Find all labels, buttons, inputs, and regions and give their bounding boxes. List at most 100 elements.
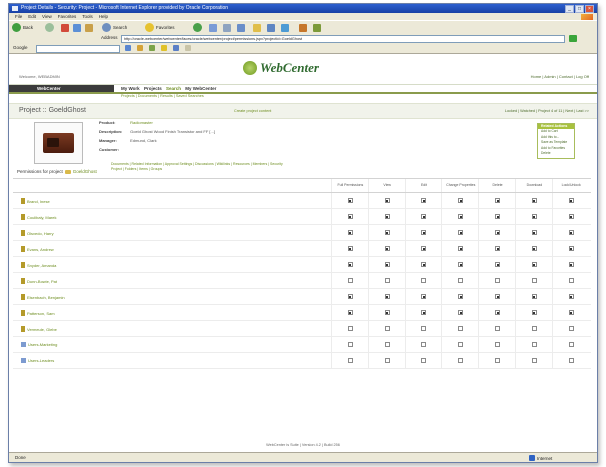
project-pager[interactable]: Locked | Watched | Project 4 of 11 | Nex… [505,109,589,113]
permission-checkbox[interactable] [347,326,353,331]
permission-checkbox[interactable] [384,310,390,315]
permission-checkbox[interactable] [531,262,537,267]
menu-file[interactable]: File [15,14,22,19]
permission-checkbox[interactable] [347,198,353,203]
permission-checkbox[interactable] [347,278,353,283]
global-links[interactable]: Home | Admin | Contact | Log Off [531,74,589,79]
permission-checkbox[interactable] [384,214,390,219]
pagerank-icon[interactable] [149,45,155,51]
permission-checkbox[interactable] [568,198,574,203]
permission-checkbox[interactable] [458,342,464,347]
permission-checkbox[interactable] [495,342,501,347]
edit-page-button[interactable] [237,23,245,32]
autofill-icon[interactable] [173,45,179,51]
mail-button[interactable] [209,23,217,32]
permission-checkbox[interactable] [531,294,537,299]
permission-checkbox[interactable] [495,262,501,267]
permission-checkbox[interactable] [347,262,353,267]
permission-checkbox[interactable] [421,294,427,299]
permission-checkbox[interactable] [531,214,537,219]
permission-checkbox[interactable] [568,246,574,251]
permission-checkbox[interactable] [531,326,537,331]
permission-checkbox[interactable] [458,278,464,283]
permission-checkbox[interactable] [495,230,501,235]
permission-checkbox[interactable] [347,214,353,219]
permission-checkbox[interactable] [384,358,390,363]
permission-checkbox[interactable] [531,310,537,315]
permission-checkbox[interactable] [568,214,574,219]
field-value[interactable]: Radiomaster [130,120,153,125]
favorites-button[interactable]: Favorites [145,23,175,32]
permission-checkbox[interactable] [495,246,501,251]
permission-checkbox[interactable] [421,262,427,267]
permission-checkbox[interactable] [531,230,537,235]
address-input[interactable]: http://oracle-webcenter/webcenter/faces/… [121,35,565,43]
options-icon[interactable] [185,45,191,51]
extra-button[interactable] [313,23,321,32]
permission-checkbox[interactable] [568,310,574,315]
permission-checkbox[interactable] [568,262,574,267]
permission-checkbox[interactable] [495,294,501,299]
print-button[interactable] [223,23,231,32]
forward-button[interactable] [45,23,54,32]
search-button[interactable]: Search [102,23,127,32]
principal-name[interactable]: Brand, Inese [21,198,50,204]
permission-checkbox[interactable] [347,310,353,315]
permission-checkbox[interactable] [421,246,427,251]
permission-checkbox[interactable] [531,342,537,347]
research-button[interactable] [267,23,275,32]
permission-checkbox[interactable] [421,358,427,363]
permission-checkbox[interactable] [384,262,390,267]
permission-checkbox[interactable] [568,342,574,347]
messenger-button[interactable] [281,23,289,32]
permission-checkbox[interactable] [421,198,427,203]
nav-my-work[interactable]: My Work [121,86,140,91]
folder-button[interactable] [253,23,261,32]
close-icon[interactable]: × [585,5,594,13]
permission-checkbox[interactable] [568,278,574,283]
permission-checkbox[interactable] [531,358,537,363]
permission-checkbox[interactable] [495,326,501,331]
menu-tools[interactable]: Tools [82,14,93,19]
permission-checkbox[interactable] [495,214,501,219]
stop-button[interactable] [61,23,69,32]
permission-checkbox[interactable] [421,230,427,235]
principal-name[interactable]: Snyder, Amanda [21,262,56,268]
permission-checkbox[interactable] [458,294,464,299]
go-button[interactable] [569,35,577,42]
permission-checkbox[interactable] [347,358,353,363]
menu-help[interactable]: Help [99,14,108,19]
permission-checkbox[interactable] [495,198,501,203]
toolbar-search-icon[interactable] [125,45,131,51]
permission-checkbox[interactable] [347,246,353,251]
secondary-nav[interactable]: Projects | Documents | Results | Saved S… [121,94,204,98]
permission-checkbox[interactable] [531,198,537,203]
permission-checkbox[interactable] [421,342,427,347]
refresh-button[interactable] [73,23,81,32]
permission-checkbox[interactable] [421,310,427,315]
permission-checkbox[interactable] [384,246,390,251]
permission-checkbox[interactable] [495,358,501,363]
highlight-icon[interactable] [161,45,167,51]
permission-checkbox[interactable] [384,230,390,235]
permission-checkbox[interactable] [568,294,574,299]
minimize-icon[interactable]: _ [565,5,574,13]
permission-checkbox[interactable] [384,198,390,203]
history-button[interactable] [193,23,202,32]
permission-checkbox[interactable] [458,358,464,363]
action-delete[interactable]: Delete [538,151,574,157]
back-button[interactable]: Back [12,23,33,32]
permission-checkbox[interactable] [568,358,574,363]
permission-checkbox[interactable] [458,230,464,235]
principal-name[interactable]: Patterson, Sam [21,310,55,316]
permission-checkbox[interactable] [568,230,574,235]
principal-name[interactable]: Users-Leaders [21,358,54,363]
permission-checkbox[interactable] [421,278,427,283]
nav-search[interactable]: Search [166,86,181,91]
principal-name[interactable]: Olsvedo, Harry [21,230,54,236]
principal-name[interactable]: Users-Marketing [21,342,57,347]
permission-checkbox[interactable] [531,278,537,283]
nav-projects[interactable]: Projects [144,86,162,91]
permission-checkbox[interactable] [347,342,353,347]
permission-checkbox[interactable] [495,310,501,315]
